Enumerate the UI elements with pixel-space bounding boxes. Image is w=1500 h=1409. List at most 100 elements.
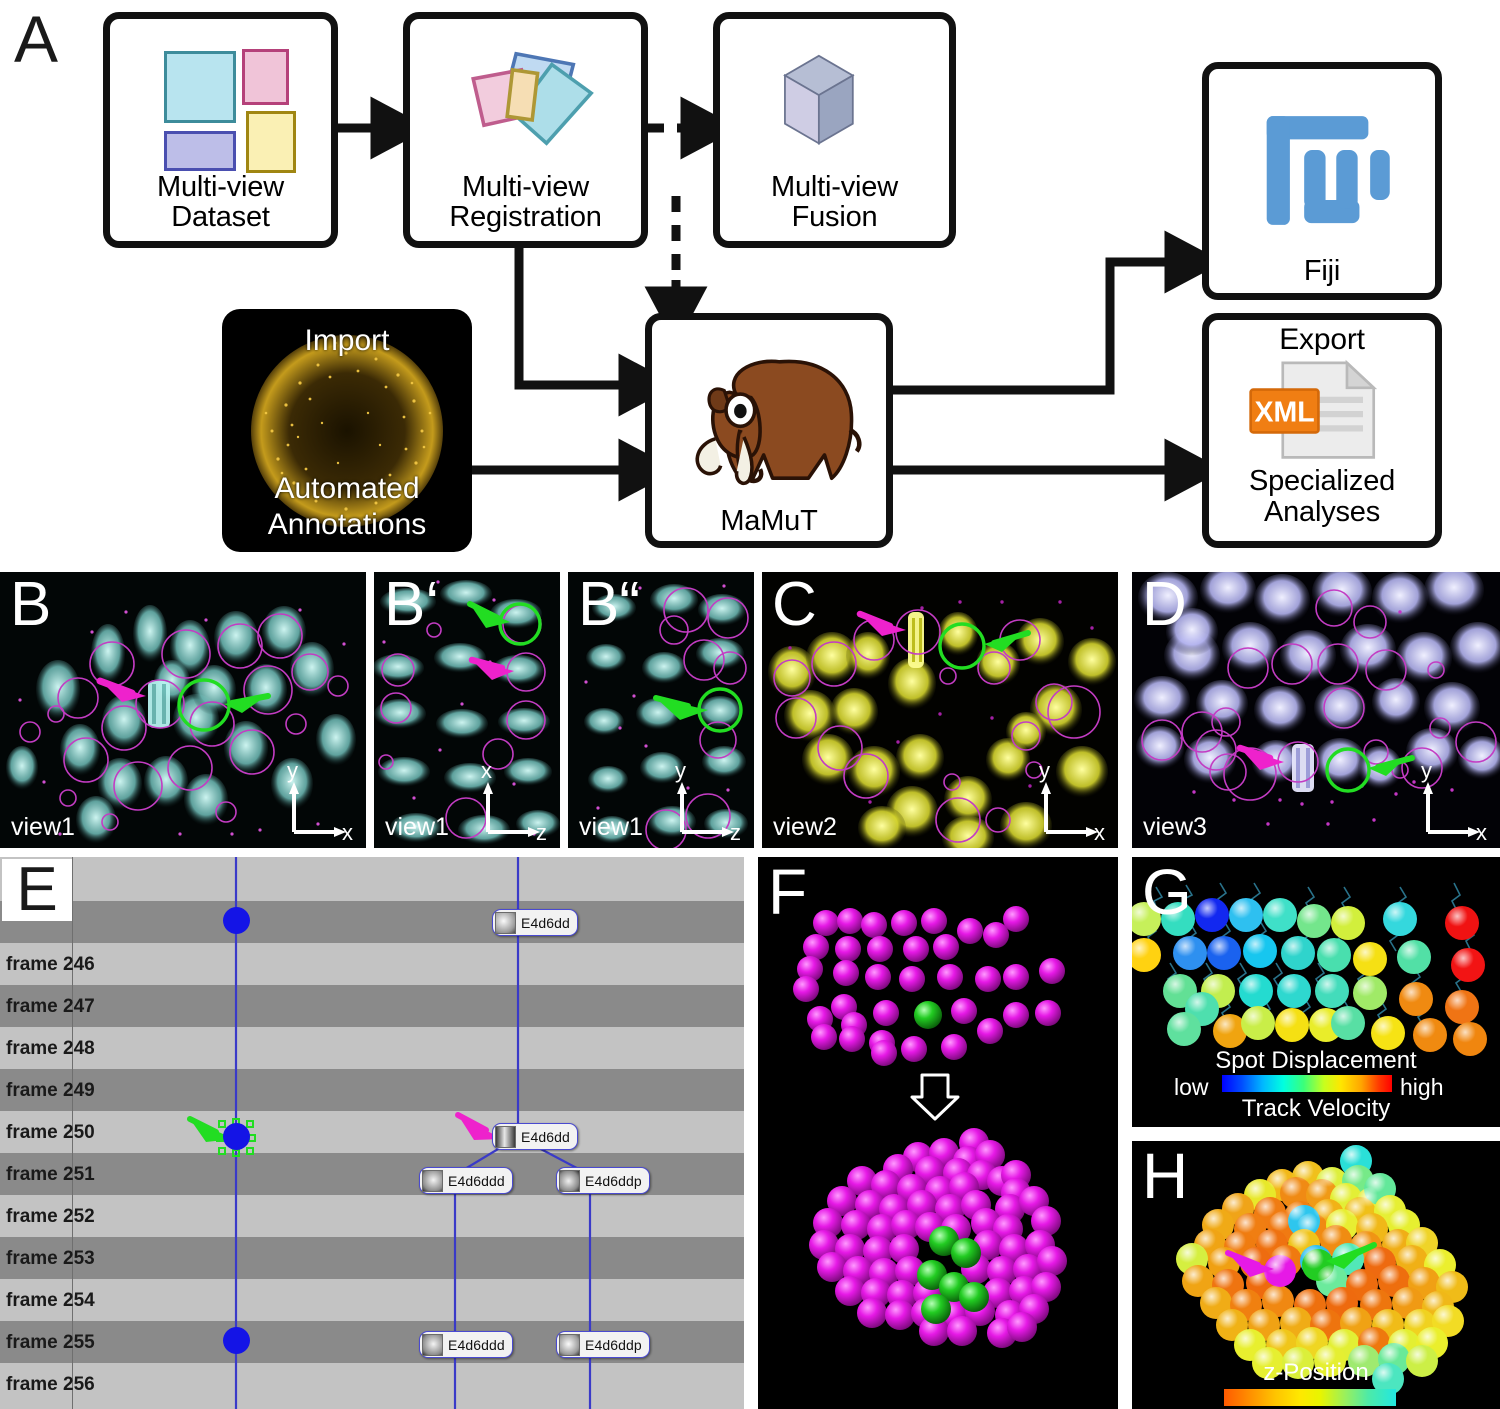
export-label: Export: [1279, 323, 1365, 356]
frame-label: frame 253: [6, 1248, 95, 1269]
flow-box-label: Multi-view Dataset: [157, 170, 284, 234]
panel-h-letter: H: [1142, 1141, 1189, 1212]
flow-box-label: Multi-view Fusion: [771, 170, 898, 234]
fusion-cube-icon: [726, 33, 943, 172]
panel-e-trackscheme[interactable]: frame 246 frame 247 frame 248 frame 249 …: [0, 857, 744, 1409]
trackscheme-row: [0, 1111, 744, 1153]
flow-box-specialized-analyses[interactable]: Export XML Specialized Analyses: [1202, 313, 1442, 548]
flow-box-label: Fiji: [1303, 255, 1341, 288]
flow-box-multiview-fusion[interactable]: Multi-view Fusion: [713, 12, 956, 248]
frame-label: frame 248: [6, 1038, 95, 1059]
spot-tag-label: E4d6ddd: [448, 1172, 505, 1189]
svg-text:y: y: [675, 762, 686, 783]
trackscheme-spot-selected[interactable]: [223, 1123, 250, 1150]
z-position-colorbar: [1224, 1389, 1396, 1406]
panel-b-axis-indicator: y x: [287, 762, 353, 840]
registration-thumbnails: [416, 29, 635, 172]
z-position-legend-title: z-Position: [1263, 1359, 1369, 1386]
frame-label: frame 247: [6, 996, 95, 1017]
dataset-tile-yellow: [246, 111, 296, 173]
spot-tag-label: E4d6ddp: [585, 1172, 642, 1189]
panel-b-doubleprime-view1-yz[interactable]: B“ view1 y z: [568, 572, 754, 848]
panel-d-view3-xy[interactable]: D view3 y x: [1132, 572, 1500, 848]
frame-label: frame 251: [6, 1164, 95, 1185]
trackscheme-spot[interactable]: [223, 907, 250, 934]
frame-label: frame 250: [6, 1122, 95, 1143]
svg-text:y: y: [1421, 762, 1432, 783]
dataset-tile-pink: [242, 49, 289, 105]
trackscheme-row: [0, 901, 744, 943]
spot-tag[interactable]: E4d6dd: [492, 909, 578, 936]
panel-d-view-label: view3: [1143, 813, 1207, 841]
legend-low-label: low: [1174, 1074, 1209, 1100]
panel-c-view2-xy[interactable]: C view2 y x: [762, 572, 1118, 848]
mammoth-icon: [658, 330, 880, 508]
flow-box-fiji[interactable]: Fiji: [1202, 62, 1442, 300]
spot-tag[interactable]: E4d6ddp: [556, 1167, 650, 1194]
trackscheme-spot[interactable]: [223, 1327, 250, 1354]
panel-c-letter: C: [772, 572, 817, 639]
fiji-logo-icon: [1215, 83, 1429, 256]
track-velocity-legend-title: Track Velocity: [1241, 1095, 1391, 1122]
spot-thumbnail: [495, 911, 516, 934]
xml-badge-text: XML: [1254, 396, 1314, 428]
spot-thumbnail: [495, 1125, 516, 1148]
panel-a-workflow: A Multi-view Dataset Multi-view Registra…: [0, 0, 1500, 565]
spot-tag-label: E4d6dd: [521, 1128, 570, 1145]
panel-c-view-label: view2: [773, 813, 837, 841]
panel-b-prime-view1-xz[interactable]: B‘ view1 x z: [374, 572, 560, 848]
track-velocity-colorbar: [1222, 1075, 1392, 1092]
automated-label: Automated: [274, 471, 420, 505]
panel-h-z-position[interactable]: H z-Position: [1132, 1141, 1500, 1409]
svg-text:x: x: [342, 820, 353, 840]
trackscheme-row: [0, 1069, 744, 1111]
panel-b-doubleprime-view-label: view1: [579, 813, 643, 841]
dataset-tile-cyan: [164, 51, 236, 123]
panel-g-track-velocity[interactable]: G Spot Displacement low high Track Veloc…: [1132, 857, 1500, 1127]
flow-box-multiview-registration[interactable]: Multi-view Registration: [403, 12, 648, 248]
frame-label: frame 246: [6, 954, 95, 975]
spot-tag-label: E4d6ddd: [448, 1336, 505, 1353]
spot-tag-label: E4d6ddp: [585, 1336, 642, 1353]
annotations-label: Annotations: [267, 507, 427, 541]
flow-box-label: Specialized Analyses: [1248, 464, 1396, 528]
spot-thumbnail: [422, 1333, 443, 1356]
panel-b-view1-xy[interactable]: B view1 y x: [0, 572, 366, 848]
spot-tag[interactable]: E4d6ddd: [419, 1167, 513, 1194]
flow-box-multiview-dataset[interactable]: Multi-view Dataset: [103, 12, 338, 248]
panel-b-view-label: view1: [11, 813, 75, 841]
panel-a-letter: A: [14, 2, 59, 76]
spot-thumbnail: [559, 1169, 580, 1192]
panel-b-prime-letter: B‘: [384, 572, 440, 639]
spot-tag[interactable]: E4d6dd: [492, 1123, 578, 1150]
import-automated-annotations-box[interactable]: Import Automated Annotations: [226, 313, 468, 548]
svg-text:x: x: [1094, 820, 1105, 840]
frame-label: frame 249: [6, 1080, 95, 1101]
panel-f-spot-clusters[interactable]: F: [758, 857, 1118, 1409]
trackscheme-row: [0, 857, 744, 901]
panel-d-letter: D: [1142, 572, 1187, 639]
panel-b-prime-view-label: view1: [385, 813, 449, 841]
svg-text:y: y: [287, 762, 298, 783]
trackscheme-row: [0, 1237, 744, 1279]
spot-tag[interactable]: E4d6ddd: [419, 1331, 513, 1358]
panel-e-letter: E: [2, 859, 72, 921]
flow-box-label: MaMuT: [720, 505, 818, 538]
frame-label: frame 254: [6, 1290, 95, 1311]
trackscheme-row: [0, 1363, 744, 1409]
frame-label: frame 256: [6, 1374, 95, 1395]
panel-g-letter: G: [1142, 857, 1192, 928]
svg-text:x: x: [481, 762, 492, 783]
spot-displacement-legend-title: Spot Displacement: [1215, 1047, 1417, 1074]
flow-box-mamut[interactable]: MaMuT: [645, 313, 893, 548]
frame-label: frame 255: [6, 1332, 95, 1353]
spot-tag[interactable]: E4d6ddp: [556, 1331, 650, 1358]
import-label: Import: [304, 324, 390, 357]
panel-b-doubleprime-axis-indicator: y z: [675, 762, 741, 840]
dataset-tile-purple: [164, 131, 236, 171]
panel-b-prime-axis-indicator: x z: [481, 762, 547, 840]
xml-file-icon: XML: [1215, 356, 1429, 466]
figure-root: A Multi-view Dataset Multi-view Registra…: [0, 0, 1500, 1409]
svg-text:x: x: [1476, 820, 1487, 840]
svg-text:z: z: [730, 820, 741, 840]
